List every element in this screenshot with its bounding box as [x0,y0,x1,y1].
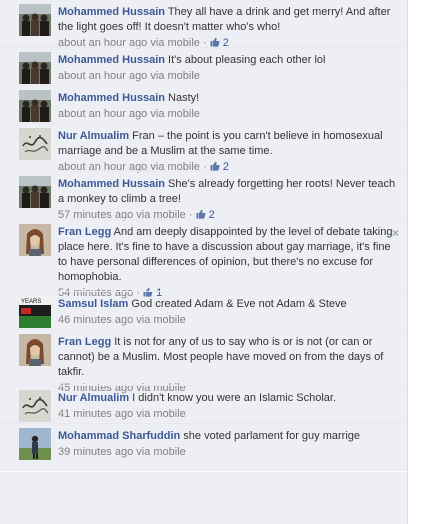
comment-timestamp[interactable]: 39 minutes ago [58,446,133,458]
comment-timestamp[interactable]: about an hour ago [58,70,147,82]
comment-author-link[interactable]: Mohammed Hussain [58,6,165,18]
comment-content: Mohammed Hussain They all have a drink a… [58,5,401,51]
comment-content: Mohammed Hussain Nasty! about an hour ago… [58,91,401,122]
comment-text: she voted parlament for guy marrige [183,430,360,442]
comment-content: Mohammad Sharfuddin she voted parlament … [58,429,401,460]
svg-text:YEARS: YEARS [21,299,41,305]
comment-text: I didn't know you were an Islamic Schola… [132,392,337,404]
comment-content: Nur Almualim I didn't know you were an I… [58,391,401,422]
comment-text: It's about pleasing each other lol [168,54,326,66]
comment-text: Nasty! [168,92,200,104]
comment-item: Nur Almualim Fran – the point is you car… [0,123,407,175]
comment-item: Mohammad Sharfuddin she voted parlament … [0,423,407,472]
remove-comment-icon[interactable]: × [392,226,399,241]
comment-item: Nur Almualim I didn't know you were an I… [0,385,407,424]
comment-item: Mohammed Hussain They all have a drink a… [0,0,407,51]
comment-author-link[interactable]: Mohammed Hussain [58,54,165,66]
comment-item: YEARS Samsul Islam God created Adam & Eve… [0,291,407,330]
comment-author-link[interactable]: Mohammed Hussain [58,92,165,104]
comment-author-link[interactable]: Mohammad Sharfuddin [58,430,180,442]
avatar[interactable] [19,52,51,84]
comment-item: Mohammed Hussain Nasty! about an hour ago… [0,85,407,124]
comment-item: Mohammed Hussain She's already forgettin… [0,171,407,223]
comment-timestamp[interactable]: 46 minutes ago [58,314,133,326]
comment-item: Fran Legg It is not for any of us to say… [0,329,407,394]
comment-author-link[interactable]: Fran Legg [58,226,111,238]
avatar[interactable] [19,4,51,36]
comment-source: via mobile [136,408,186,420]
comment-timestamp[interactable]: about an hour ago [58,108,147,120]
comment-thread: Mohammed Hussain They all have a drink a… [0,0,408,524]
comment-content: Mohammed Hussain It's about pleasing eac… [58,53,401,84]
comment-timestamp[interactable]: 41 minutes ago [58,408,133,420]
comment-meta: 46 minutes ago via mobile [58,313,401,328]
comment-content: Mohammed Hussain She's already forgettin… [58,177,401,223]
avatar[interactable] [19,428,51,460]
comment-source: via mobile [150,108,200,120]
comment-content: Samsul Islam God created Adam & Eve not … [58,297,401,328]
comment-source: via mobile [150,70,200,82]
comment-content: Nur Almualim Fran – the point is you car… [58,129,401,175]
comment-source: via mobile [136,446,186,458]
comment-meta: about an hour ago via mobile [58,69,401,84]
comment-meta: 39 minutes ago via mobile [58,445,401,460]
comment-meta: about an hour ago via mobile [58,107,401,122]
comment-meta: 41 minutes ago via mobile [58,407,401,422]
avatar[interactable] [19,334,51,366]
comment-author-link[interactable]: Nur Almualim [58,392,129,404]
avatar[interactable] [19,128,51,160]
avatar[interactable] [19,176,51,208]
comment-content: Fran Legg And am deeply disappointed by … [58,225,401,301]
comment-author-link[interactable]: Fran Legg [58,336,111,348]
comment-item: Mohammed Hussain It's about pleasing eac… [0,47,407,86]
comment-author-link[interactable]: Mohammed Hussain [58,178,165,190]
avatar[interactable] [19,90,51,122]
comment-item: Fran Legg And am deeply disappointed by … [0,219,407,299]
avatar[interactable]: YEARS [19,296,51,328]
comment-author-link[interactable]: Samsul Islam [58,298,128,310]
avatar[interactable] [19,224,51,256]
comment-author-link[interactable]: Nur Almualim [58,130,129,142]
comment-text: God created Adam & Eve not Adam & Steve [131,298,347,310]
comment-source: via mobile [136,314,186,326]
avatar[interactable] [19,390,51,422]
